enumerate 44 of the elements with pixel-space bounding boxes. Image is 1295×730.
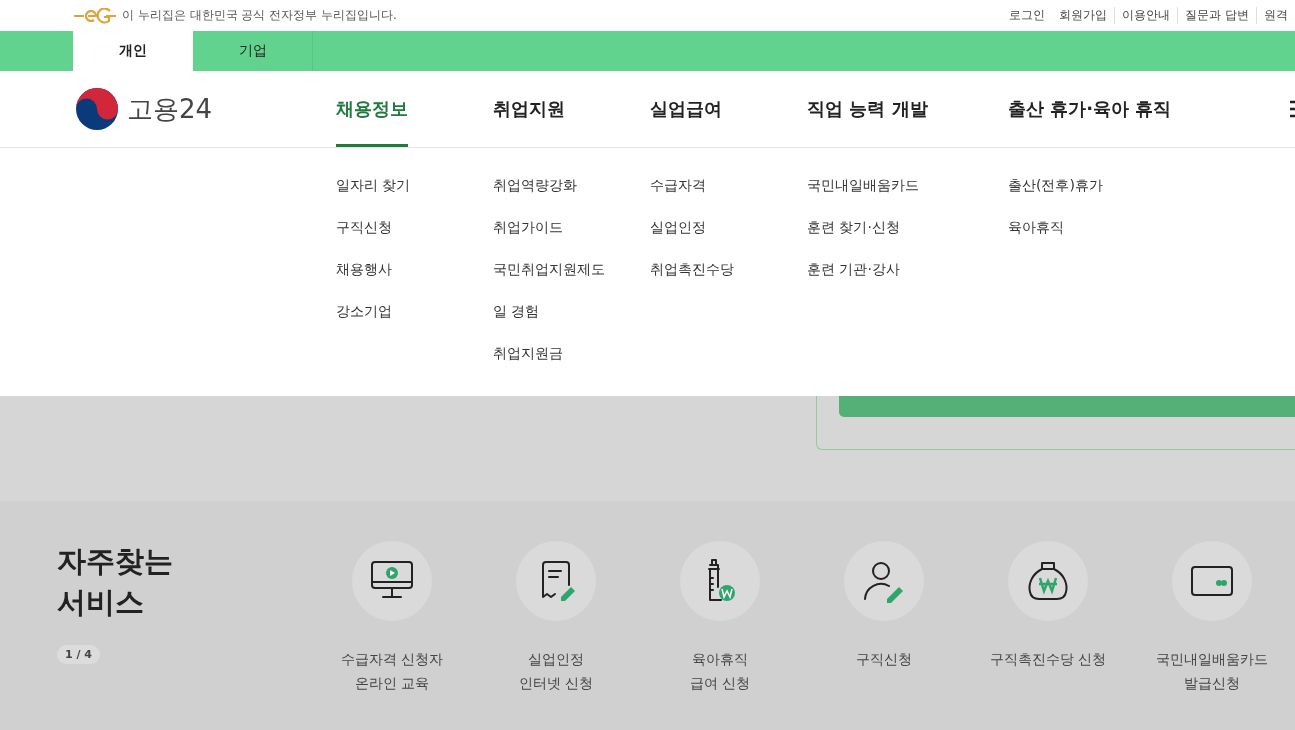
submenu-link[interactable]: 출산(전후)휴가	[1008, 168, 1290, 210]
audience-tab[interactable]: 기업	[193, 31, 313, 71]
utility-link[interactable]: 회원가입	[1052, 7, 1115, 24]
utility-link[interactable]: 이용안내	[1114, 7, 1178, 24]
submenu-link[interactable]: 육아휴직	[1008, 210, 1290, 252]
page-indicator: 1 / 4	[57, 645, 100, 664]
audience-tab[interactable]: 개인	[73, 31, 193, 71]
service-link[interactable]: 실업인정 인터넷 신청	[518, 647, 594, 695]
logo-text: 고용24	[127, 92, 213, 126]
submenu-link[interactable]: 국민취업지원제도	[493, 252, 650, 294]
government-notice: 이 누리집은 대한민국 공식 전자정부 누리집입니다.	[122, 7, 397, 24]
submenu-link[interactable]: 취업지원금	[493, 336, 650, 378]
nav-tab[interactable]: 실업급여	[650, 71, 722, 147]
submenu-link[interactable]: 훈련 찾기·신청	[807, 210, 1008, 252]
submenu-link[interactable]: 취업가이드	[493, 210, 650, 252]
person-pencil-icon	[862, 559, 906, 603]
service-link[interactable]: 구직신청	[856, 647, 912, 671]
service-link[interactable]: 수급자격 신청자 온라인 교육	[340, 647, 444, 695]
nav-tab[interactable]: 출산 휴가·육아 휴직	[1008, 71, 1172, 147]
nav-tab[interactable]: 취업지원	[493, 71, 565, 147]
card-icon	[1190, 565, 1234, 597]
eg-logo-icon	[74, 7, 116, 24]
submenu-link[interactable]: 취업촉진수당	[650, 252, 807, 294]
menu-icon[interactable]	[1290, 100, 1295, 118]
submenu-link[interactable]: 국민내일배움카드	[807, 168, 1008, 210]
taegeuk-logo-icon	[75, 87, 119, 131]
submenu-link[interactable]: 실업인정	[650, 210, 807, 252]
utility-link[interactable]: 질문과 답변	[1177, 7, 1256, 24]
utility-link[interactable]: 로그인	[1002, 7, 1053, 24]
submenu-link[interactable]: 일 경험	[493, 294, 650, 336]
submenu-link[interactable]: 수급자격	[650, 168, 807, 210]
services-title: 자주찾는 서비스	[57, 543, 174, 621]
service-link[interactable]: 국민내일배움카드 발급신청	[1156, 647, 1268, 695]
nav-tab[interactable]: 직업 능력 개발	[807, 71, 928, 147]
submenu-link[interactable]: 훈련 기관·강사	[807, 252, 1008, 294]
submenu-link[interactable]: 취업역량강화	[493, 168, 650, 210]
submenu-link[interactable]: 채용행사	[336, 252, 493, 294]
utility-link[interactable]: 원격	[1256, 7, 1295, 24]
submenu-link[interactable]: 구직신청	[336, 210, 493, 252]
service-link[interactable]: 육아휴직 급여 신청	[689, 647, 751, 695]
money-bag-icon	[1026, 560, 1070, 602]
submenu-link[interactable]: 강소기업	[336, 294, 493, 336]
service-link[interactable]: 구직촉진수당 신청	[989, 647, 1107, 671]
submenu-link[interactable]: 일자리 찾기	[336, 168, 493, 210]
